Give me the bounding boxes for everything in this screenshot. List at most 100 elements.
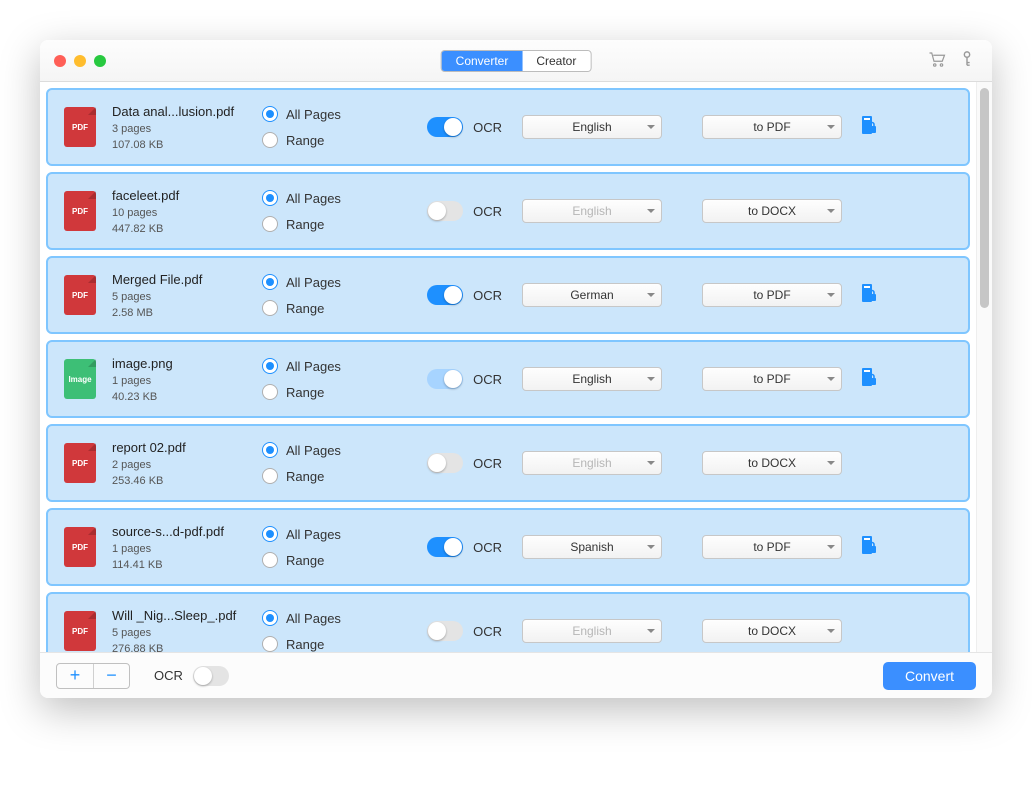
- radio-range[interactable]: Range: [262, 216, 382, 232]
- file-meta: Will _Nig...Sleep_.pdf5 pages276.88 KB: [112, 608, 262, 653]
- tab-converter[interactable]: Converter: [442, 51, 523, 71]
- page-range-group: All Pages Range: [262, 106, 382, 148]
- ocr-label: OCR: [473, 456, 502, 471]
- radio-range[interactable]: Range: [262, 636, 382, 652]
- file-name: faceleet.pdf: [112, 188, 262, 203]
- ocr-group: OCR: [382, 621, 502, 641]
- radio-all-pages[interactable]: All Pages: [262, 526, 382, 542]
- file-size: 276.88 KB: [112, 643, 262, 653]
- file-row[interactable]: PDFWill _Nig...Sleep_.pdf5 pages276.88 K…: [46, 592, 970, 652]
- lock-file-icon[interactable]: [857, 115, 877, 140]
- radio-all-pages[interactable]: All Pages: [262, 610, 382, 626]
- image-file-icon: Image: [62, 357, 98, 401]
- file-row[interactable]: PDFsource-s...d-pdf.pdf1 pages114.41 KBA…: [46, 508, 970, 586]
- zoom-icon[interactable]: [94, 55, 106, 67]
- file-size: 2.58 MB: [112, 307, 262, 319]
- language-dropdown[interactable]: English: [522, 199, 662, 223]
- ocr-toggle[interactable]: [427, 369, 463, 389]
- file-pages: 2 pages: [112, 459, 262, 471]
- language-dropdown[interactable]: English: [522, 619, 662, 643]
- ocr-toggle[interactable]: [427, 453, 463, 473]
- ocr-label: OCR: [473, 120, 502, 135]
- lock-file-icon[interactable]: [857, 283, 877, 308]
- ocr-group: OCR: [382, 285, 502, 305]
- language-dropdown[interactable]: English: [522, 451, 662, 475]
- ocr-label: OCR: [473, 624, 502, 639]
- file-size: 40.23 KB: [112, 391, 262, 403]
- ocr-label: OCR: [473, 372, 502, 387]
- radio-range[interactable]: Range: [262, 132, 382, 148]
- scrollbar-thumb[interactable]: [980, 88, 989, 308]
- pdf-file-icon: PDF: [62, 273, 98, 317]
- language-dropdown[interactable]: German: [522, 283, 662, 307]
- file-name: source-s...d-pdf.pdf: [112, 524, 262, 539]
- file-pages: 5 pages: [112, 627, 262, 639]
- page-range-group: All Pages Range: [262, 190, 382, 232]
- ocr-toggle[interactable]: [427, 537, 463, 557]
- format-dropdown[interactable]: to DOCX: [702, 451, 842, 475]
- ocr-group: OCR: [382, 117, 502, 137]
- radio-all-pages[interactable]: All Pages: [262, 274, 382, 290]
- ocr-toggle[interactable]: [427, 621, 463, 641]
- format-dropdown[interactable]: to PDF: [702, 115, 842, 139]
- cart-icon[interactable]: [928, 51, 946, 70]
- convert-button[interactable]: Convert: [883, 662, 976, 690]
- lock-file-icon[interactable]: [857, 535, 877, 560]
- radio-all-pages[interactable]: All Pages: [262, 358, 382, 374]
- file-row[interactable]: PDFreport 02.pdf2 pages253.46 KBAll Page…: [46, 424, 970, 502]
- format-dropdown[interactable]: to PDF: [702, 367, 842, 391]
- ocr-toggle[interactable]: [427, 285, 463, 305]
- add-remove-group: + −: [56, 663, 130, 689]
- ocr-toggle[interactable]: [427, 201, 463, 221]
- tab-creator[interactable]: Creator: [522, 51, 590, 71]
- file-meta: report 02.pdf2 pages253.46 KB: [112, 440, 262, 487]
- file-row[interactable]: PDFMerged File.pdf5 pages2.58 MBAll Page…: [46, 256, 970, 334]
- file-row[interactable]: PDFfaceleet.pdf10 pages447.82 KBAll Page…: [46, 172, 970, 250]
- ocr-label: OCR: [473, 540, 502, 555]
- radio-range[interactable]: Range: [262, 552, 382, 568]
- close-icon[interactable]: [54, 55, 66, 67]
- radio-range[interactable]: Range: [262, 300, 382, 316]
- scrollbar[interactable]: [976, 82, 992, 652]
- file-meta: Data anal...lusion.pdf3 pages107.08 KB: [112, 104, 262, 151]
- radio-all-pages[interactable]: All Pages: [262, 106, 382, 122]
- ocr-label: OCR: [473, 288, 502, 303]
- file-pages: 1 pages: [112, 375, 262, 387]
- format-dropdown[interactable]: to PDF: [702, 283, 842, 307]
- file-pages: 1 pages: [112, 543, 262, 555]
- file-row[interactable]: Image image.png 1 pages 40.23 KB All Pages Ra…: [46, 340, 970, 418]
- titlebar: Converter Creator: [40, 40, 992, 82]
- format-dropdown[interactable]: to DOCX: [702, 619, 842, 643]
- format-dropdown[interactable]: to PDF: [702, 535, 842, 559]
- minimize-icon[interactable]: [74, 55, 86, 67]
- ocr-group: OCR: [382, 453, 502, 473]
- pdf-file-icon: PDF: [62, 609, 98, 652]
- add-file-button[interactable]: +: [57, 664, 93, 688]
- file-list: PDF Data anal...lusion.pdf3 pages107.08 K…: [40, 82, 976, 652]
- page-range-group: All Pages Range: [262, 442, 382, 484]
- page-range-group: All Pages Range: [262, 358, 382, 400]
- ocr-toggle[interactable]: [427, 117, 463, 137]
- radio-range[interactable]: Range: [262, 468, 382, 484]
- radio-all-pages[interactable]: All Pages: [262, 442, 382, 458]
- footer-ocr-toggle[interactable]: [193, 666, 229, 686]
- page-range-group: All Pages Range: [262, 610, 382, 652]
- pdf-file-icon: PDF: [62, 189, 98, 233]
- traffic-lights: [40, 55, 106, 67]
- file-size: 253.46 KB: [112, 475, 262, 487]
- file-name: image.png: [112, 356, 262, 371]
- remove-file-button[interactable]: −: [93, 664, 129, 688]
- file-size: 447.82 KB: [112, 223, 262, 235]
- language-dropdown[interactable]: Spanish: [522, 535, 662, 559]
- lock-file-icon[interactable]: [857, 367, 877, 392]
- pdf-file-icon: PDF: [62, 105, 98, 149]
- radio-range[interactable]: Range: [262, 384, 382, 400]
- file-row[interactable]: PDF Data anal...lusion.pdf3 pages107.08 K…: [46, 88, 970, 166]
- key-icon[interactable]: [960, 51, 974, 70]
- file-pages: 10 pages: [112, 207, 262, 219]
- format-dropdown[interactable]: to DOCX: [702, 199, 842, 223]
- ocr-group: OCR: [382, 369, 502, 389]
- language-dropdown[interactable]: English: [522, 115, 662, 139]
- language-dropdown[interactable]: English: [522, 367, 662, 391]
- radio-all-pages[interactable]: All Pages: [262, 190, 382, 206]
